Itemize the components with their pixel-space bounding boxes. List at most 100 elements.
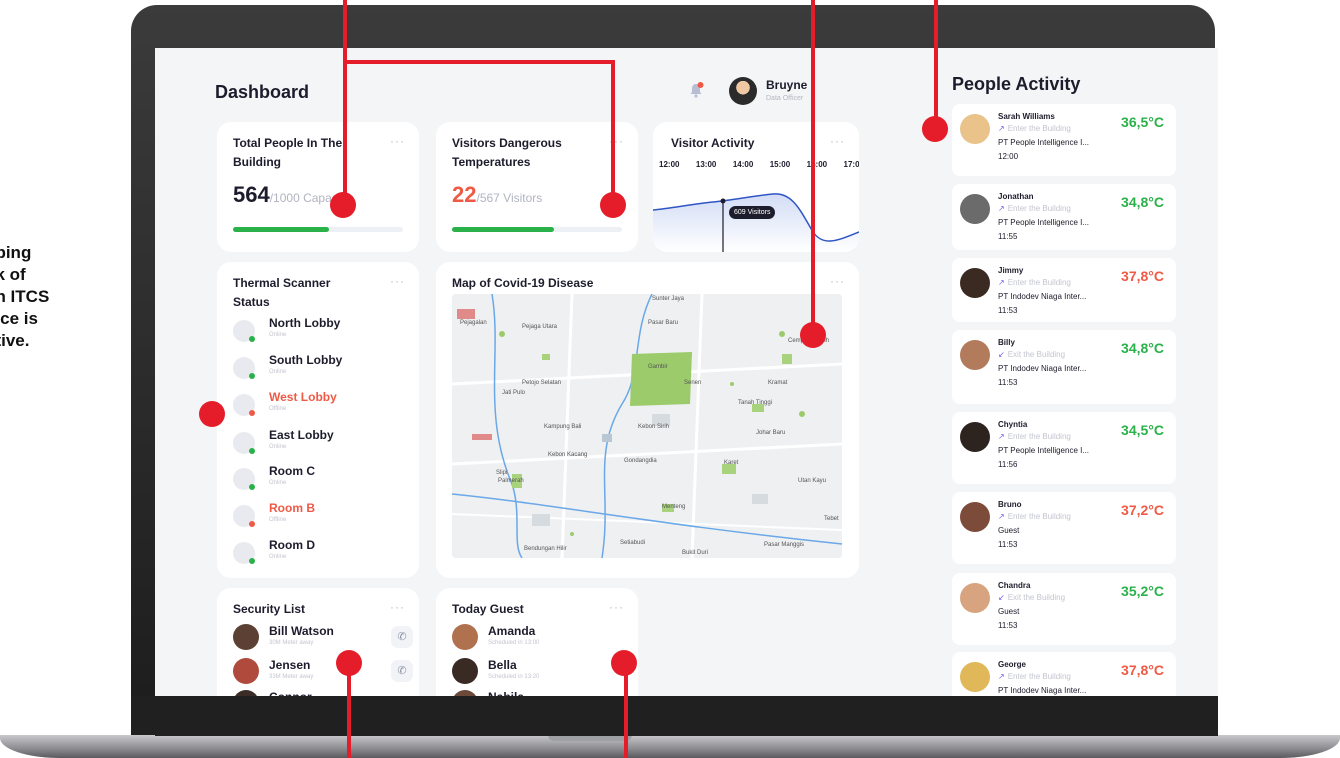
scanner-item-room-c[interactable]: Room C Online	[233, 464, 403, 494]
phone-icon[interactable]: ✆	[391, 660, 413, 682]
more-icon[interactable]: ···	[830, 134, 845, 148]
people-activity-title: People Activity	[952, 74, 1081, 94]
security-item[interactable]: Jensen 33M Meter away ✆	[233, 656, 413, 690]
scanner-status: Online	[269, 554, 287, 560]
activity-time: 11:53	[998, 306, 1018, 315]
action-text: Enter the Building	[1007, 278, 1071, 287]
status-dot	[249, 373, 255, 379]
more-icon[interactable]: ···	[390, 600, 405, 614]
scanner-status: Online	[269, 369, 287, 375]
action-text: Enter the Building	[1007, 512, 1071, 521]
arrow-icon: ↙	[998, 350, 1005, 359]
activity-action: ↗ Enter the Building	[998, 204, 1071, 213]
activity-marker-dot	[720, 198, 726, 204]
caption-line: eping	[0, 243, 32, 262]
map-label: Bukit Duri	[682, 550, 709, 556]
activity-action: ↗ Enter the Building	[998, 512, 1071, 521]
action-text: Enter the Building	[1007, 124, 1071, 133]
activity-card[interactable]: Chyntia ↗ Enter the Building PT People Inte…	[952, 412, 1176, 484]
map-label: Kramat	[768, 380, 788, 386]
scanner-name: North Lobby	[269, 316, 341, 330]
map-label: Tebet	[824, 516, 839, 522]
avatar	[960, 268, 990, 298]
bell-icon[interactable]	[688, 82, 704, 98]
status-dot	[249, 484, 255, 490]
progress-fill	[452, 227, 554, 232]
activity-card[interactable]: Chandra ↙ Exit the Building Guest 11:53 35,2°…	[952, 573, 1176, 645]
caption-line: ctive.	[0, 331, 30, 350]
person-name: Bella	[488, 658, 517, 672]
today-guest-card: Today Guest ··· Amanda Scheduled in 13:0…	[436, 588, 638, 716]
status-dot	[249, 336, 255, 342]
company-name: PT Indodev Niaga Inter...	[998, 364, 1087, 373]
guest-item[interactable]: Bella Scheduled in 13:20	[452, 656, 632, 690]
time-label: 13:00	[695, 160, 717, 169]
activity-card[interactable]: Jonathan ↗ Enter the Building PT People Int…	[952, 184, 1176, 250]
activity-card[interactable]: Sarah Williams ↗ Enter the Building PT Peop…	[952, 104, 1176, 176]
activity-time: 11:53	[998, 378, 1018, 387]
screen-bottom-mask	[155, 696, 1218, 736]
map-label: Slipi	[496, 470, 508, 476]
avatar	[960, 194, 990, 224]
time-label: 17:00	[843, 160, 859, 169]
scanner-item-west-lobby[interactable]: West Lobby Offline	[233, 390, 403, 420]
time-label: 16:00	[806, 160, 828, 169]
callout-dot	[922, 116, 948, 142]
scanner-item-south-lobby[interactable]: South Lobby Online	[233, 353, 403, 383]
more-icon[interactable]: ···	[390, 274, 405, 288]
activity-card[interactable]: Bruno ↗ Enter the Building Guest 11:53 37,2°C	[952, 492, 1176, 564]
guest-item[interactable]: Amanda Scheduled in 13:00	[452, 622, 632, 656]
more-icon[interactable]: ···	[609, 600, 624, 614]
callout-dot	[330, 192, 356, 218]
time-label: 14:00	[732, 160, 754, 169]
scanner-item-room-d[interactable]: Room D Online	[233, 538, 403, 568]
activity-area	[653, 193, 859, 252]
caption-line: vice is	[0, 309, 38, 328]
map-label: Karet	[724, 460, 739, 466]
map-label: Pejagalan	[460, 320, 487, 326]
covid-map[interactable]: Sunter Jaya Pasar Baru Pejagalan Pejaga …	[452, 294, 842, 558]
caption-line: ck of	[0, 265, 26, 284]
map-label: Jati Pulo	[502, 390, 526, 396]
time-label: 12:00	[659, 160, 680, 169]
card-title-line: Building	[233, 155, 281, 169]
activity-action: ↗ Enter the Building	[998, 672, 1071, 681]
company-name: PT People Intelligence I...	[998, 218, 1090, 227]
map-label: Pejaga Utara	[522, 324, 558, 330]
card-title: Map of Covid-19 Disease	[452, 276, 594, 290]
dangerous-value: 22/567 Visitors	[452, 182, 542, 208]
map-label: Bendungan Hilir	[524, 546, 567, 552]
activity-tooltip: 609 Visitors	[729, 206, 776, 219]
more-icon[interactable]: ···	[390, 134, 405, 148]
avatar[interactable]	[729, 77, 757, 105]
map-label: Menteng	[662, 504, 686, 510]
activity-card[interactable]: Jimmy ↗ Enter the Building PT Indodev Niaga…	[952, 258, 1176, 322]
temperature: 35,2°C	[1121, 583, 1164, 599]
scanner-name: West Lobby	[269, 390, 337, 404]
avatar	[960, 422, 990, 452]
scanner-name: Room C	[269, 464, 315, 478]
activity-card[interactable]: Billy ↙ Exit the Building PT Indodev Niaga …	[952, 330, 1176, 404]
user-name[interactable]: Bruyne	[766, 78, 807, 92]
security-item[interactable]: Bill Watson 30M Meter away ✆	[233, 622, 413, 656]
map-label: Kampung Bali	[544, 424, 582, 430]
person-name: Chyntia	[998, 420, 1028, 429]
callout-line	[343, 60, 615, 64]
action-text: Enter the Building	[1007, 432, 1071, 441]
person-name: Jimmy	[998, 266, 1024, 275]
activity-time: 11:55	[998, 232, 1018, 241]
action-text: Enter the Building	[1007, 672, 1071, 681]
scanner-item-north-lobby[interactable]: North Lobby Online	[233, 316, 403, 346]
map-label: Kebon Kacang	[548, 452, 588, 458]
status-dot	[249, 558, 255, 564]
scanner-item-east-lobby[interactable]: East Lobby Online	[233, 428, 403, 458]
person-name: Billy	[998, 338, 1015, 347]
callout-dot	[199, 401, 225, 427]
map-label: Pasar Baru	[648, 320, 679, 326]
more-icon[interactable]: ···	[830, 274, 845, 288]
phone-icon[interactable]: ✆	[391, 626, 413, 648]
company-name: PT People Intelligence I...	[998, 138, 1090, 147]
person-name: Amanda	[488, 624, 536, 638]
scanner-item-room-b[interactable]: Room B Offline	[233, 501, 403, 531]
callout-dot	[600, 192, 626, 218]
